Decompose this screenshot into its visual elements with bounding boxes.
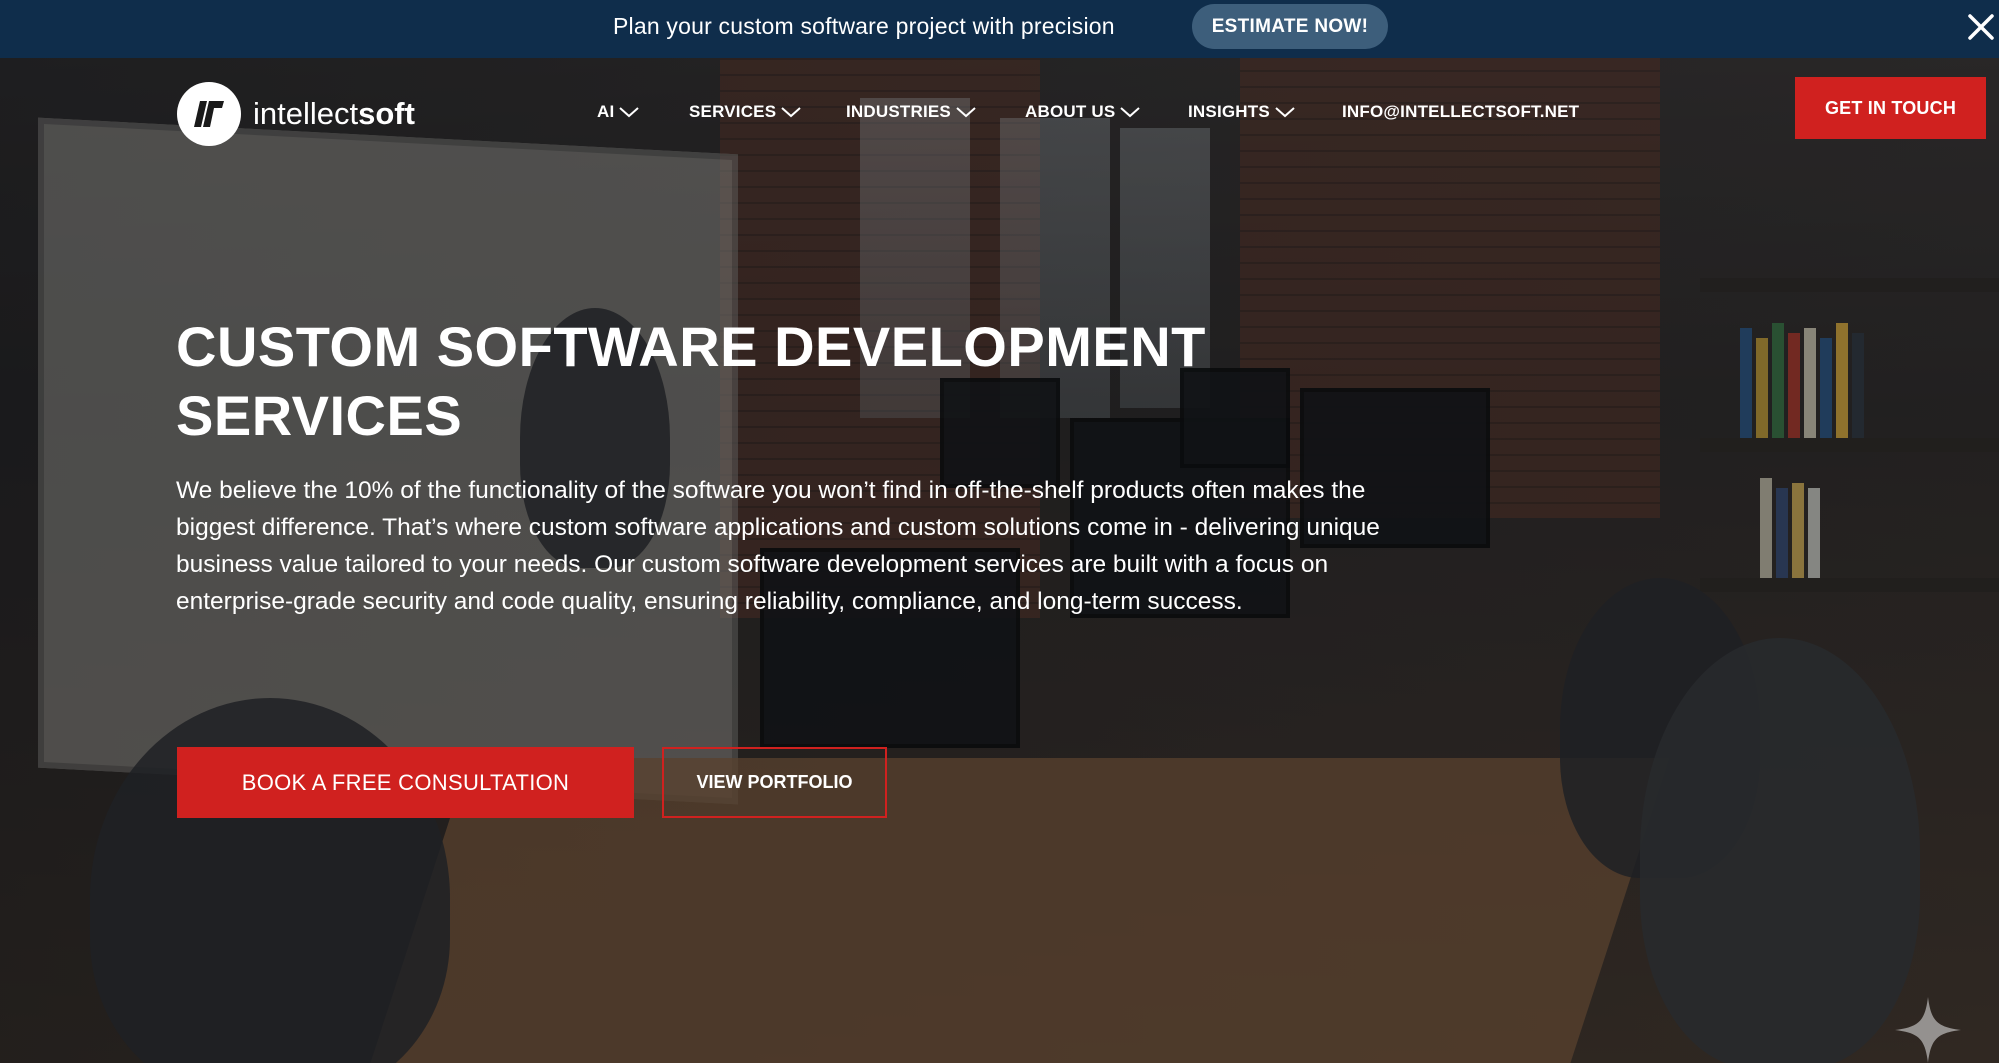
view-portfolio-button[interactable]: VIEW PORTFOLIO (662, 747, 887, 818)
book-consultation-button[interactable]: BOOK A FREE CONSULTATION (177, 747, 634, 818)
nav-item-email[interactable]: INFO@INTELLECTSOFT.NET (1342, 102, 1579, 122)
chevron-down-icon (956, 107, 976, 118)
chevron-down-icon (1275, 107, 1295, 118)
close-icon[interactable] (1964, 10, 1998, 44)
chevron-down-icon (781, 107, 801, 118)
logo-wordmark: intellectsoft (253, 96, 415, 131)
chevron-down-icon (1120, 107, 1141, 118)
hero-description: We believe the 10% of the functionality … (176, 477, 1380, 615)
nav-item-insights[interactable]: INSIGHTS (1188, 102, 1296, 122)
announcement-bar: Plan your custom software project with p… (0, 0, 1999, 58)
nav-item-about-us[interactable]: ABOUT US (1025, 102, 1141, 122)
nav-item-industries[interactable]: INDUSTRIES (846, 102, 977, 122)
get-in-touch-button[interactable]: GET IN TOUCH (1795, 77, 1986, 139)
nav-item-services[interactable]: SERVICES (689, 102, 802, 122)
nav-item-ai[interactable]: AI (597, 102, 640, 122)
estimate-now-button[interactable]: ESTIMATE NOW! (1192, 4, 1388, 49)
chevron-down-icon (619, 107, 640, 118)
sparkle-icon (1893, 995, 1963, 1063)
intellectsoft-logo-icon (177, 82, 241, 146)
hero-title: CUSTOM SOFTWARE DEVELOPMENT SERVICES (176, 315, 1206, 447)
announcement-text: Plan your custom software project with p… (613, 13, 1115, 39)
intellectsoft-logo[interactable]: intellectsoft (177, 82, 415, 146)
